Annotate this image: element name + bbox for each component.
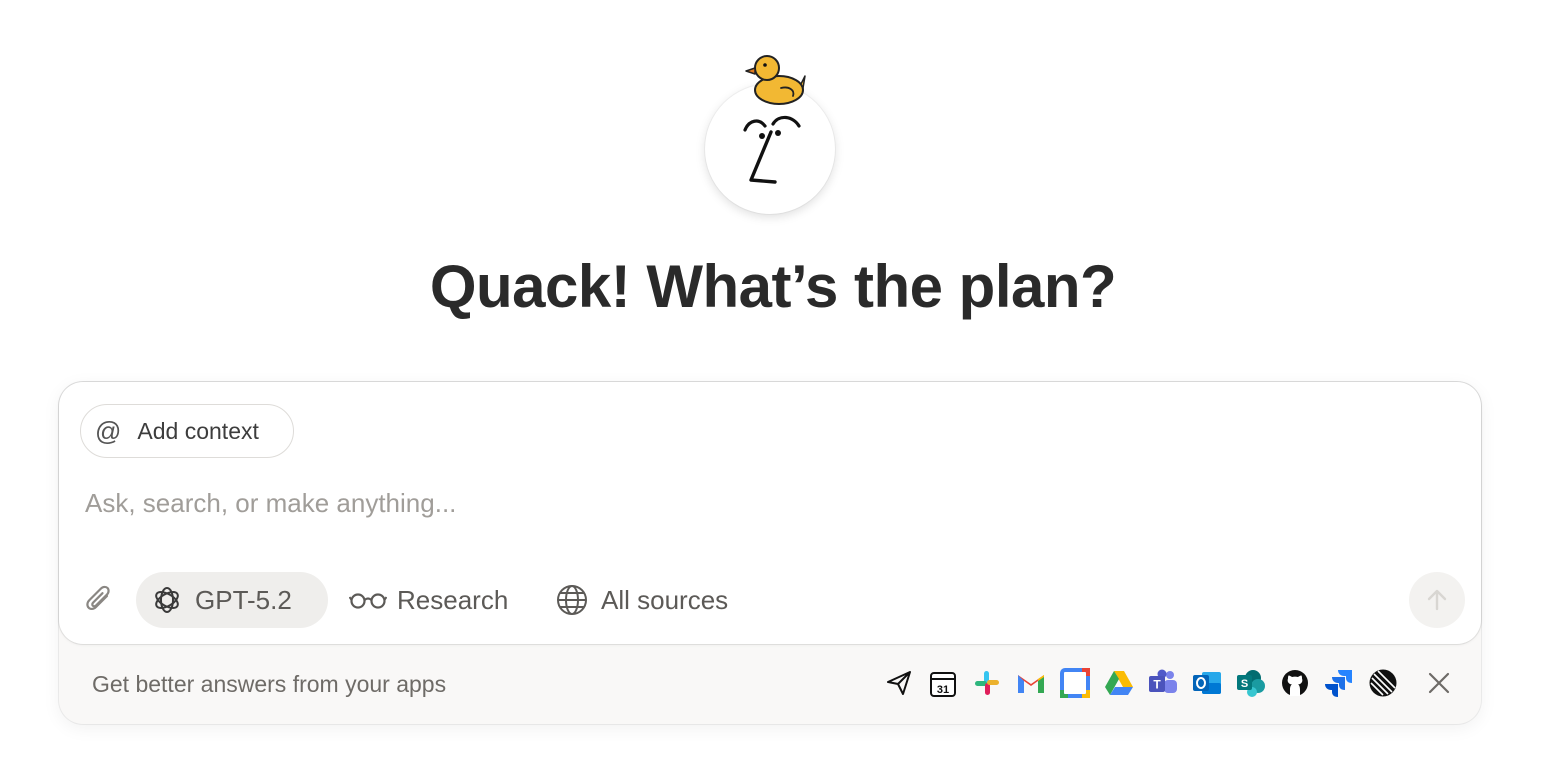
add-context-button[interactable]: @ Add context: [80, 404, 294, 458]
add-context-label: Add context: [137, 417, 259, 444]
calendar-icon[interactable]: 31: [927, 667, 959, 699]
arrow-up-icon: [1427, 589, 1447, 611]
app-icon-list: 31 T S: [883, 667, 1411, 701]
github-icon[interactable]: [1279, 667, 1311, 699]
linear-icon[interactable]: [1367, 667, 1399, 699]
svg-text:S: S: [1241, 678, 1248, 690]
composer-card: @ Add context GPT-5.2: [59, 382, 1481, 724]
apps-banner-text: Get better answers from your apps: [92, 671, 447, 697]
globe-icon: [557, 585, 587, 615]
svg-text:T: T: [1153, 678, 1161, 692]
face-icon: [743, 115, 801, 184]
apps-banner: Get better answers from your apps 31 T S: [59, 644, 1481, 724]
research-label: Research: [397, 584, 509, 615]
paperclip-icon[interactable]: [85, 584, 115, 621]
google-drive-icon[interactable]: [1103, 667, 1135, 699]
glasses-icon: [349, 593, 387, 609]
model-selector[interactable]: GPT-5.2: [136, 572, 328, 628]
gmail-icon[interactable]: [1015, 667, 1047, 699]
outlook-icon[interactable]: [1191, 667, 1223, 699]
model-label: GPT-5.2: [195, 584, 292, 615]
composer-panel: @ Add context GPT-5.2: [59, 382, 1481, 644]
at-icon: @: [95, 416, 122, 446]
send-button[interactable]: [1409, 572, 1465, 628]
sources-button[interactable]: All sources: [555, 572, 728, 628]
close-icon[interactable]: [1425, 669, 1453, 697]
send-icon[interactable]: [883, 667, 915, 699]
google-calendar-icon[interactable]: [1059, 667, 1091, 699]
prompt-input[interactable]: [83, 482, 1387, 524]
composer-toolbar: GPT-5.2 Research All sources: [59, 572, 1481, 628]
openai-icon: [155, 587, 179, 613]
sources-label: All sources: [601, 584, 729, 615]
research-button[interactable]: Research: [349, 572, 508, 628]
page-title: Quack! What’s the plan?: [429, 253, 1117, 320]
jira-icon[interactable]: [1323, 667, 1355, 699]
calendar-day: 31: [937, 684, 949, 696]
sharepoint-icon[interactable]: S: [1235, 667, 1267, 699]
duck-icon: [745, 55, 806, 105]
assistant-avatar: [705, 50, 837, 216]
slack-icon[interactable]: [971, 667, 1003, 699]
teams-icon[interactable]: T: [1147, 667, 1179, 699]
